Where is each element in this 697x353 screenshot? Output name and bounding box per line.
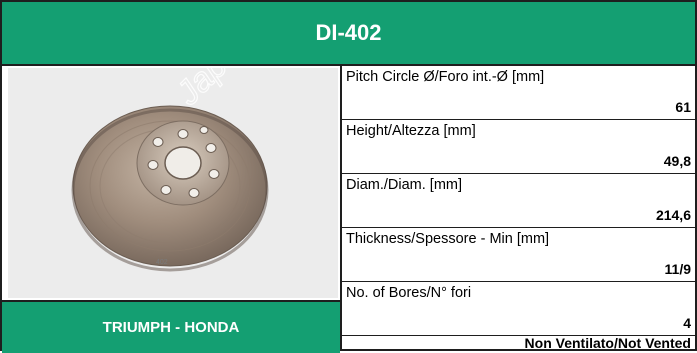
vehicle-brand-box: TRIUMPH - HONDA (2, 300, 340, 353)
spec-label: Height/Altezza [mm] (346, 123, 476, 139)
ventilation-row: Non Ventilato/Not Vented (342, 335, 695, 351)
spec-row-bores: No. of Bores/N° fori 4 (342, 282, 695, 336)
spec-table: Pitch Circle Ø/Foro int.-Ø [mm] 61 Heigh… (342, 66, 695, 336)
spec-value: 11/9 (664, 261, 691, 277)
spec-row-thickness: Thickness/Spessore - Min [mm] 11/9 (342, 228, 695, 282)
brake-disc-illustration: JapanParts 402 (8, 68, 338, 298)
spec-label: Thickness/Spessore - Min [mm] (346, 231, 550, 247)
photo-part-number: 402 (156, 259, 168, 266)
spec-label: Diam./Diam. [mm] (346, 177, 462, 193)
spec-value: 214,6 (655, 207, 691, 223)
product-code: DI-402 (315, 20, 382, 45)
spec-value: 49,8 (663, 153, 691, 169)
spec-label: Pitch Circle Ø/Foro int.-Ø [mm] (346, 69, 545, 85)
spec-row-pitch-circle: Pitch Circle Ø/Foro int.-Ø [mm] 61 (342, 66, 695, 120)
product-code-header: DI-402 (2, 2, 695, 66)
vehicle-brands: TRIUMPH - HONDA (102, 319, 240, 336)
spec-value: 61 (675, 99, 691, 115)
ventilation-type: Non Ventilato/Not Vented (524, 335, 691, 351)
product-sheet: DI-402 402 TRIUMPH - HONDA Pitch Circle … (0, 0, 697, 353)
brake-disc-photo: JapanParts 402 (8, 68, 338, 298)
spec-row-diameter: Diam./Diam. [mm] 214,6 (342, 174, 695, 228)
spec-label: No. of Bores/N° fori (346, 285, 472, 301)
spec-row-height: Height/Altezza [mm] 49,8 (342, 120, 695, 174)
spec-value: 4 (683, 315, 691, 331)
